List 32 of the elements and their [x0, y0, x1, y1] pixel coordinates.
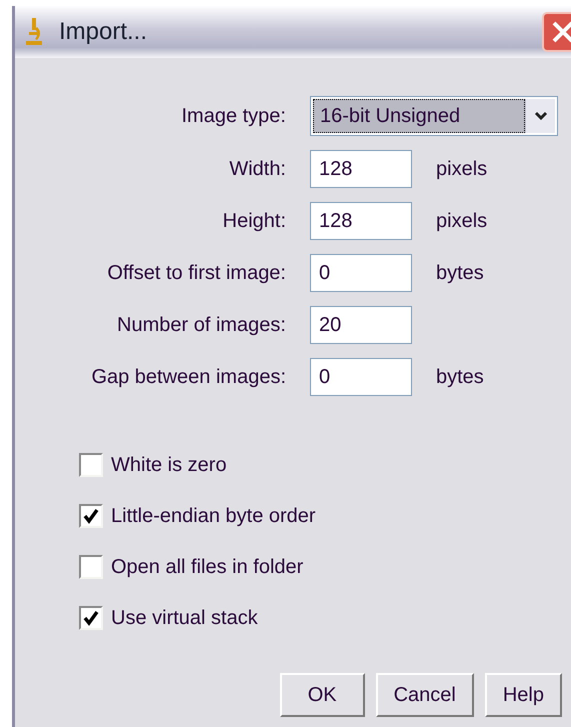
- microscope-icon: [25, 18, 43, 46]
- input-field[interactable]: 0: [310, 254, 412, 292]
- checkbox[interactable]: [79, 555, 103, 579]
- checkbox[interactable]: [79, 504, 103, 528]
- dialog-button[interactable]: OK: [280, 673, 365, 717]
- field-label: Gap between images:: [91, 365, 286, 390]
- image-type-dropdown[interactable]: 16-bit Unsigned: [310, 96, 558, 136]
- field-label: Image type:: [181, 104, 286, 129]
- unit-label: pixels: [436, 209, 488, 234]
- checkbox[interactable]: [79, 606, 103, 630]
- field-label: Height:: [222, 209, 286, 234]
- field-label: Number of images:: [117, 313, 286, 338]
- unit-label: pixels: [436, 157, 488, 182]
- field-label: Width:: [229, 157, 286, 182]
- input-field[interactable]: 20: [310, 306, 412, 344]
- close-button[interactable]: [542, 12, 571, 52]
- dialog-button[interactable]: Help: [484, 673, 562, 717]
- close-icon: [551, 20, 571, 44]
- dialog-button[interactable]: Cancel: [376, 673, 474, 717]
- unit-label: bytes: [436, 365, 485, 390]
- checkbox[interactable]: [79, 453, 103, 477]
- checkbox-label[interactable]: White is zero: [111, 450, 227, 480]
- window-title: Import...: [59, 17, 148, 47]
- checkbox-label[interactable]: Little-endian byte order: [111, 501, 316, 531]
- input-field[interactable]: 128: [310, 202, 412, 240]
- field-label: Offset to first image:: [107, 261, 286, 286]
- input-field[interactable]: 128: [310, 150, 412, 188]
- caret-icon: [534, 111, 548, 121]
- checkbox-label[interactable]: Use virtual stack: [111, 603, 258, 633]
- input-field[interactable]: 0: [310, 358, 412, 396]
- unit-label: bytes: [436, 261, 485, 286]
- checkbox-label[interactable]: Open all files in folder: [111, 552, 304, 582]
